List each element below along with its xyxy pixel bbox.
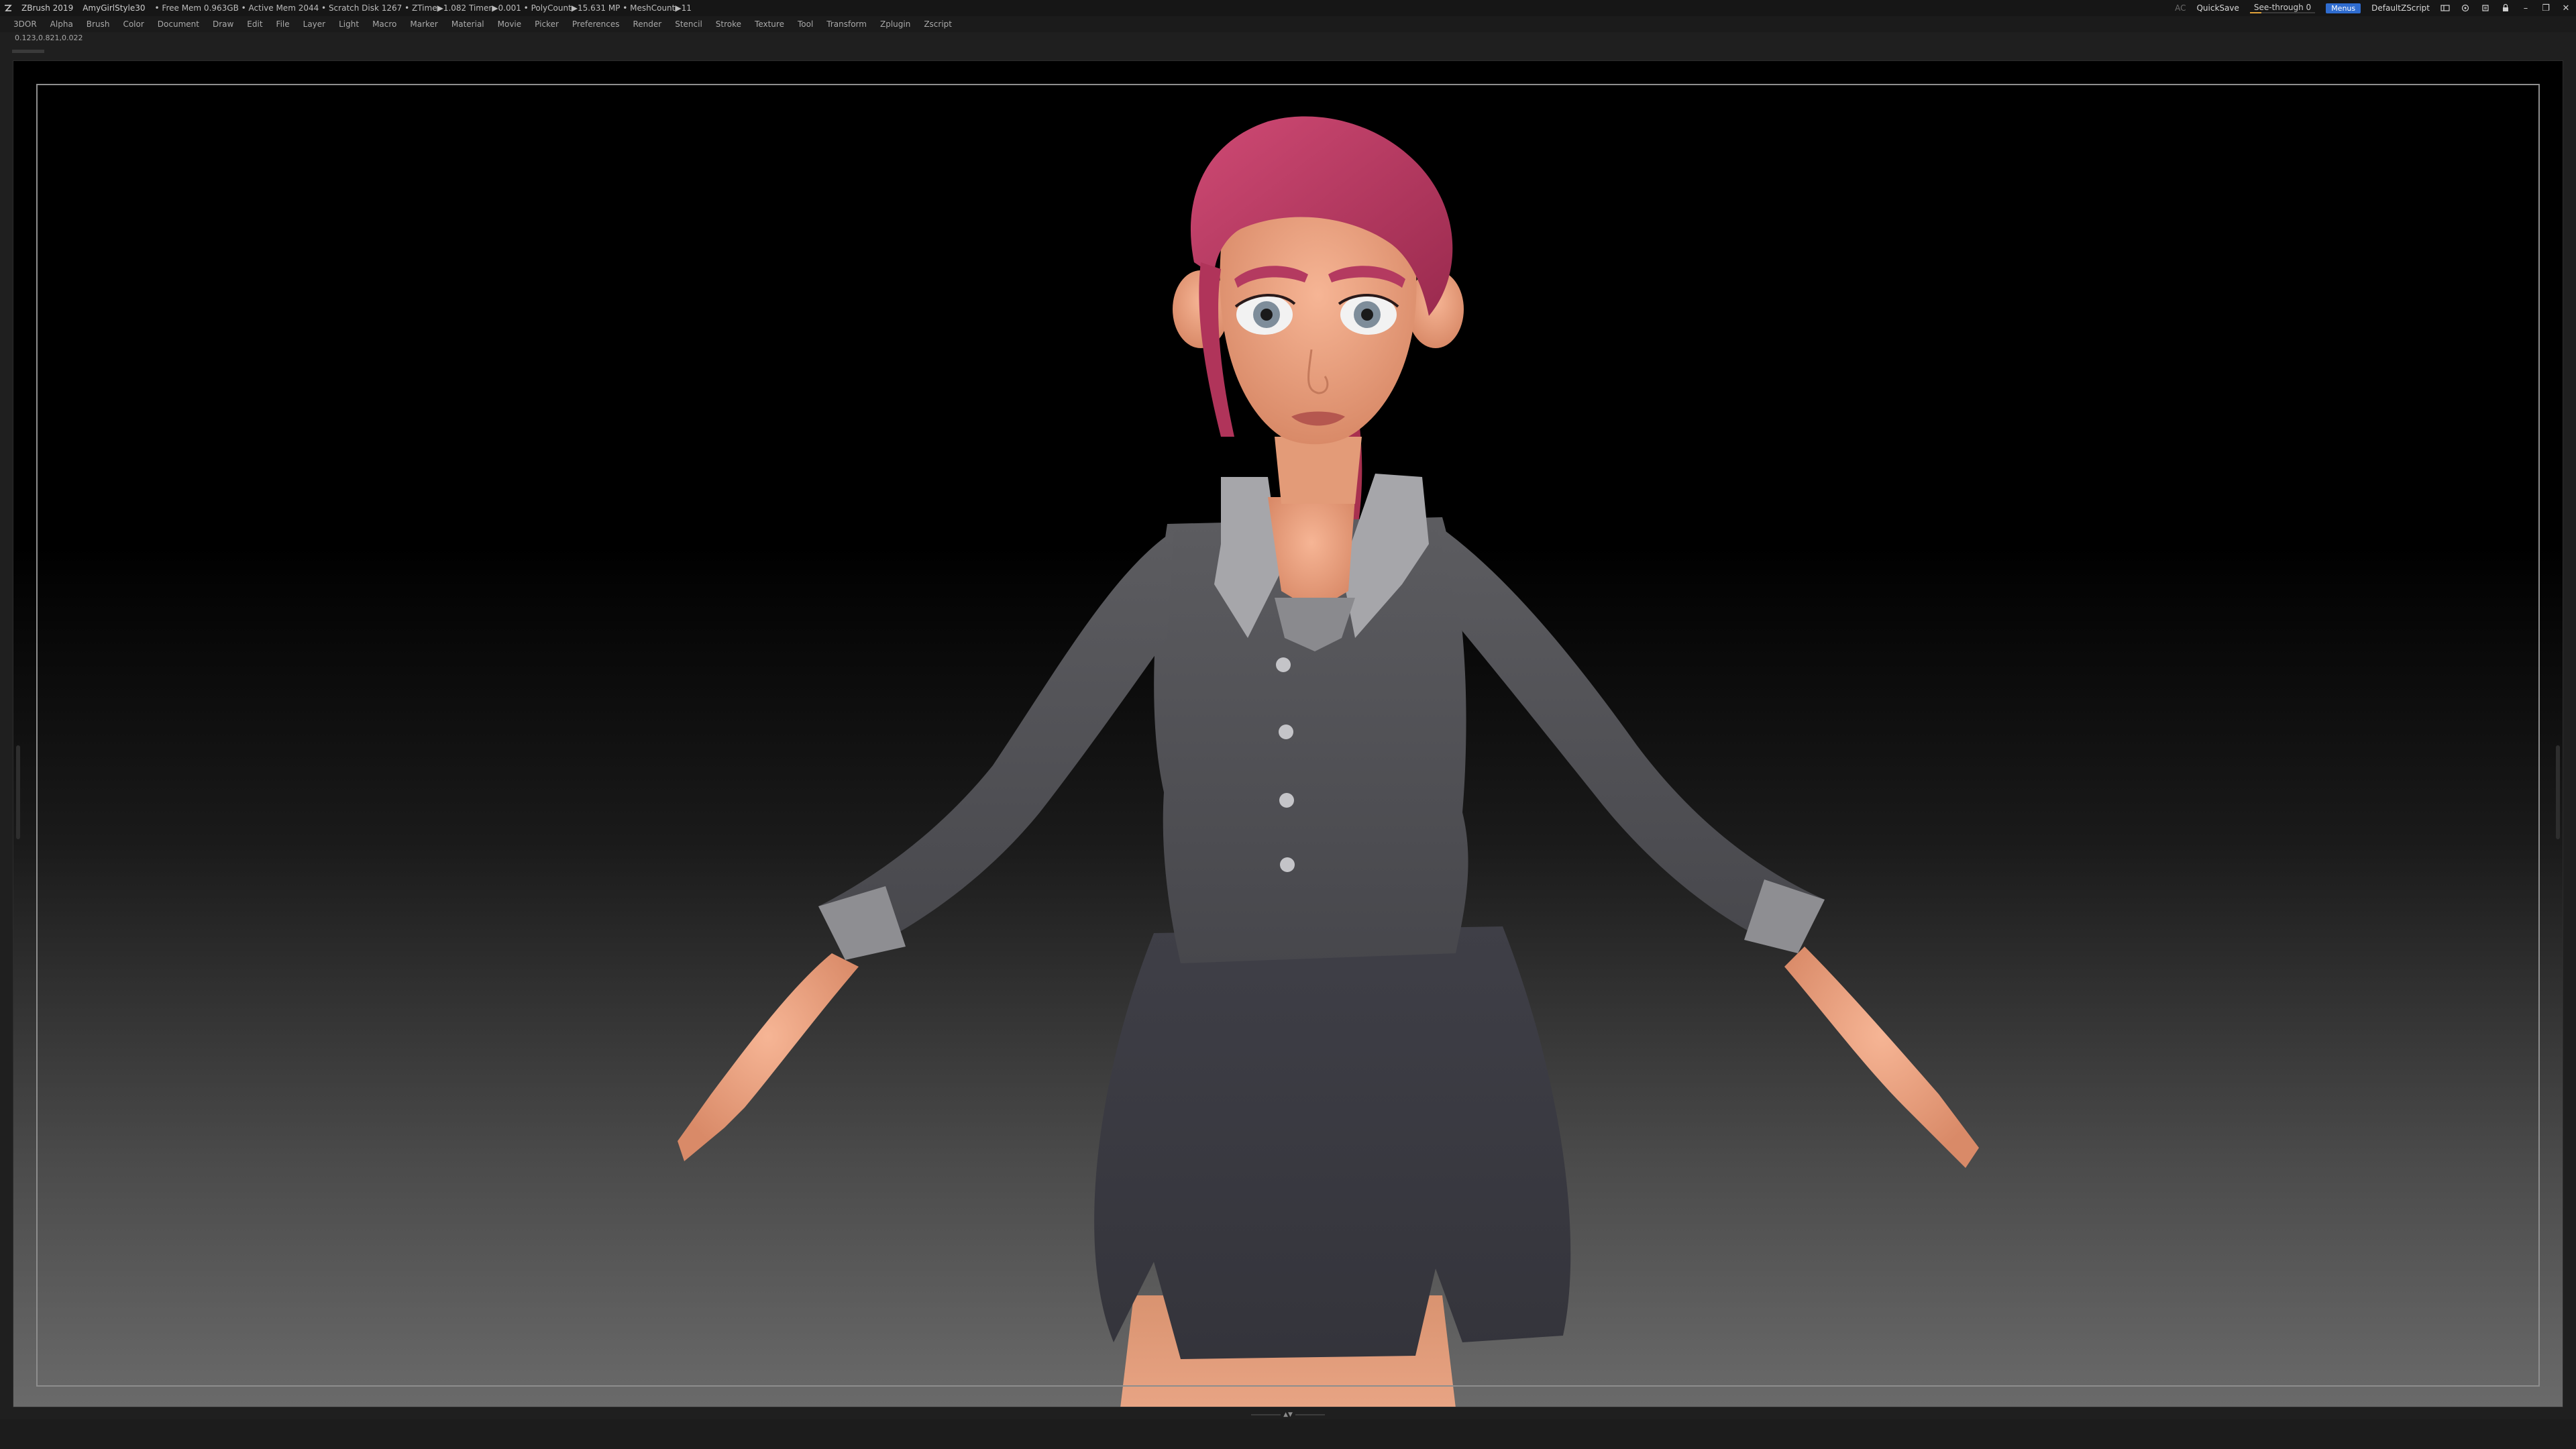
character-model[interactable] <box>13 61 2563 1407</box>
expand-arrows-icon: ▲▼ <box>1283 1411 1293 1418</box>
right-hand <box>1784 947 1979 1168</box>
menu-item-zplugin[interactable]: Zplugin <box>880 19 910 29</box>
menu-item-macro[interactable]: Macro <box>372 19 396 29</box>
app-name: ZBrush 2019 <box>21 3 74 13</box>
coordinate-readout: 0.123,0.821,0.022 <box>15 34 83 42</box>
menus-toggle-button[interactable]: Menus <box>2326 3 2361 13</box>
menu-item-3dor[interactable]: 3DOR <box>13 19 37 29</box>
see-through-slider[interactable]: See-through 0 <box>2249 3 2316 13</box>
layout-icon[interactable] <box>2440 3 2450 13</box>
bottom-tray-handle[interactable]: ▲▼ <box>1248 1411 1328 1418</box>
memory-stats: • Free Mem 0.963GB • Active Mem 2044 • S… <box>154 3 692 13</box>
ac-toggle[interactable]: AC <box>2175 3 2186 13</box>
menu-item-material[interactable]: Material <box>451 19 484 29</box>
menu-item-render[interactable]: Render <box>633 19 661 29</box>
progress-bar <box>12 50 44 53</box>
3d-viewport[interactable] <box>13 61 2563 1407</box>
close-icon[interactable]: ✕ <box>2561 3 2571 13</box>
quicksave-button[interactable]: QuickSave <box>2196 3 2239 13</box>
menu-item-marker[interactable]: Marker <box>410 19 437 29</box>
menu-item-color[interactable]: Color <box>123 19 144 29</box>
button-4 <box>1280 857 1295 872</box>
menu-item-zscript[interactable]: Zscript <box>924 19 952 29</box>
right-tray-handle[interactable] <box>2556 745 2560 839</box>
menu-item-stroke[interactable]: Stroke <box>716 19 741 29</box>
menu-item-light[interactable]: Light <box>339 19 359 29</box>
restore-icon[interactable]: ❐ <box>2541 3 2551 13</box>
left-hand <box>678 953 859 1161</box>
button-1 <box>1276 657 1291 672</box>
menu-item-picker[interactable]: Picker <box>535 19 559 29</box>
interface-icon[interactable] <box>2461 3 2470 13</box>
handle-line-left <box>1251 1414 1281 1415</box>
menu-item-alpha[interactable]: Alpha <box>50 19 73 29</box>
button-2 <box>1279 724 1293 739</box>
menu-item-transform[interactable]: Transform <box>826 19 867 29</box>
menu-item-preferences[interactable]: Preferences <box>572 19 620 29</box>
see-through-fill <box>2249 12 2262 13</box>
menu-item-texture[interactable]: Texture <box>755 19 784 29</box>
title-bar: ZBrush 2019 AmyGirlStyle30 • Free Mem 0.… <box>0 0 2576 16</box>
document-name: AmyGirlStyle30 <box>83 3 146 13</box>
menu-item-movie[interactable]: Movie <box>498 19 522 29</box>
skirt <box>1094 926 1571 1359</box>
lock-icon[interactable] <box>2501 3 2510 13</box>
button-3 <box>1279 793 1294 808</box>
see-through-label: See-through 0 <box>2253 3 2312 12</box>
menu-item-file[interactable]: File <box>276 19 290 29</box>
menu-item-brush[interactable]: Brush <box>87 19 110 29</box>
minimize-icon[interactable]: – <box>2521 3 2530 13</box>
canvas-frame <box>13 60 2563 1407</box>
menu-item-tool[interactable]: Tool <box>798 19 813 29</box>
zbrush-window: ZBrush 2019 AmyGirlStyle30 • Free Mem 0.… <box>0 0 2576 1449</box>
menu-item-document[interactable]: Document <box>158 19 199 29</box>
menu-item-edit[interactable]: Edit <box>247 19 262 29</box>
zbrush-logo-icon[interactable] <box>4 4 12 12</box>
menu-item-layer[interactable]: Layer <box>303 19 325 29</box>
default-zscript-button[interactable]: DefaultZScript <box>2371 3 2430 13</box>
menu-item-draw[interactable]: Draw <box>213 19 233 29</box>
handle-line-right <box>1295 1414 1325 1415</box>
bottom-status-area <box>0 1419 2576 1449</box>
left-tray-handle[interactable] <box>16 745 20 839</box>
script-icon[interactable] <box>2481 3 2490 13</box>
menu-bar: 3DOR Alpha Brush Color Document Draw Edit File L… <box>0 16 2576 32</box>
menu-item-stencil[interactable]: Stencil <box>675 19 702 29</box>
